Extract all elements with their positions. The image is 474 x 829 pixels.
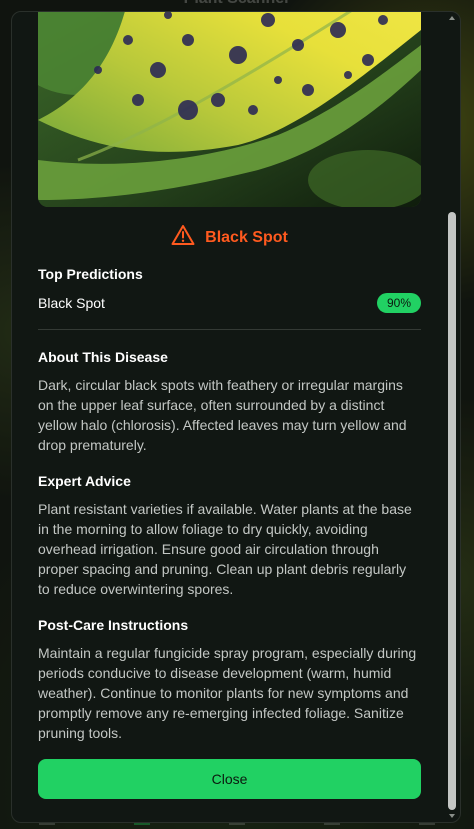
diagnosis-header: Black Spot — [38, 224, 421, 251]
diagnosis-name: Black Spot — [205, 228, 288, 246]
top-predictions-title: Top Predictions — [38, 266, 143, 282]
scrollbar-thumb[interactable] — [448, 212, 456, 810]
warning-triangle-icon — [171, 224, 195, 251]
prediction-name: Black Spot — [38, 295, 105, 311]
post-care-text: Maintain a regular fungicide spray progr… — [38, 645, 417, 741]
modal-scrollbar[interactable] — [448, 16, 456, 818]
leaf-photo — [38, 12, 421, 207]
expert-advice-title: Expert Advice — [38, 473, 131, 489]
scroll-down-arrow-icon[interactable] — [449, 814, 455, 818]
confidence-badge: 90% — [376, 293, 421, 313]
post-care-title: Post-Care Instructions — [38, 617, 189, 633]
about-disease-title: About This Disease — [38, 349, 168, 365]
prediction-row: Black Spot 90% — [38, 291, 421, 315]
close-button[interactable]: Close — [38, 759, 421, 799]
expert-advice-text: Plant resistant varieties if available. … — [38, 501, 412, 597]
leaf-photo-image — [38, 12, 421, 207]
about-disease-text: Dark, circular black spots with feathery… — [38, 377, 407, 453]
scroll-up-arrow-icon[interactable] — [449, 16, 455, 20]
divider — [38, 329, 421, 330]
disease-result-modal: Black Spot Top Predictions Black Spot 90… — [11, 11, 461, 823]
modal-scroll-content[interactable]: Black Spot Top Predictions Black Spot 90… — [12, 12, 446, 822]
